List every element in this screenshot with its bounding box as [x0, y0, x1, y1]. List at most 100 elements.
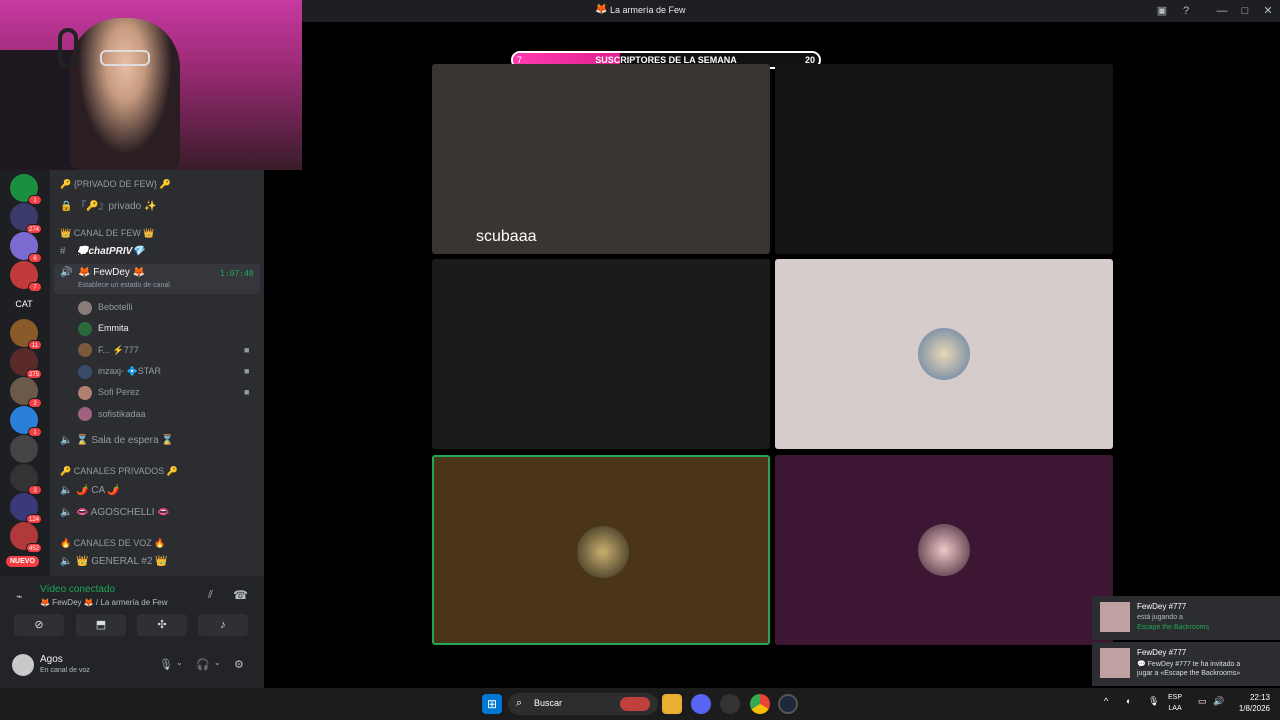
gear-icon[interactable]: ⚙	[234, 658, 244, 671]
activities-button[interactable]: ✣	[137, 614, 187, 636]
user-name: sofistikadaa	[98, 408, 146, 419]
notification-line: está jugando a	[1137, 614, 1183, 621]
server-icon[interactable]: 1	[10, 174, 42, 205]
video-tile[interactable]	[775, 64, 1113, 254]
avatar	[1100, 648, 1130, 678]
input-language[interactable]: ESP LAA	[1168, 692, 1182, 714]
channel-ca[interactable]: 🔈 🌶️ CA 🌶️	[60, 485, 120, 496]
avatar	[1100, 602, 1130, 632]
server-icon[interactable]: 124	[10, 493, 42, 524]
server-icon[interactable]: 11	[10, 319, 42, 350]
headphones-icon[interactable]: 🎧	[196, 658, 210, 671]
avatar[interactable]	[12, 654, 34, 676]
inbox-icon[interactable]: ▣	[1154, 3, 1170, 19]
start-button[interactable]: ⊞	[482, 694, 502, 714]
channel-chat[interactable]: # 💭chatPRIV💎	[60, 246, 145, 257]
channel-status[interactable]: Establece un estado de canal	[78, 282, 170, 289]
voice-status[interactable]: Vídeo conectado	[40, 584, 115, 595]
voice-location[interactable]: 🦊 FewDey 🦊 / La armería de Few	[40, 598, 168, 607]
close-button[interactable]: ✕	[1260, 3, 1276, 19]
channel-label: 👄 AGOSCHELLI 👄	[76, 507, 170, 518]
user-name: Bebotelli	[98, 302, 133, 312]
share-screen-button[interactable]: ⬒	[76, 614, 126, 636]
soundboard-icon: ♪	[220, 619, 226, 631]
active-voice-channel[interactable]: 🔊 🦊 FewDey 🦊 1:07:40 Establece un estado…	[54, 264, 260, 294]
file-explorer-icon[interactable]	[662, 694, 682, 714]
video-tile[interactable]	[775, 259, 1113, 449]
chair	[0, 50, 80, 170]
language-code: ESP	[1168, 694, 1183, 701]
server-icon[interactable]: 6	[10, 232, 42, 263]
taskbar: ⊞ ⌕ Buscar ^ ◐ 🎙 ESP LAA ▭ 🔊 22:13 1/8/2…	[0, 688, 1280, 720]
microphone-icon[interactable]: 🎙	[1148, 696, 1159, 707]
channel-label: 『🔑』privado ✨	[76, 201, 157, 212]
voice-user[interactable]: Sofi Perez ■	[78, 384, 249, 400]
noise-suppression-icon[interactable]: ⫽	[208, 589, 213, 602]
server-icon[interactable]	[10, 435, 38, 463]
channel-agos[interactable]: 🔈 👄 AGOSCHELLI 👄	[60, 507, 170, 518]
activities-icon: ✣	[157, 619, 167, 631]
user-name[interactable]: Agos	[40, 654, 63, 665]
chevron-down-icon[interactable]: ⌄	[214, 658, 221, 667]
video-tile[interactable]	[432, 259, 770, 449]
video-icon: ■	[244, 344, 250, 355]
network-icon[interactable]: ▭	[1198, 696, 1207, 707]
volume-icon[interactable]: 🔊	[1213, 696, 1224, 707]
microphone-icon[interactable]: 🎙	[159, 658, 173, 671]
lock-icon: 🔒	[60, 201, 73, 212]
avatar	[78, 385, 92, 400]
server-icon[interactable]: 7	[10, 261, 42, 292]
channel-label: 💭chatPRIV💎	[76, 246, 145, 257]
category-privados[interactable]: 🔑 CANALES PRIVADOS 🔑	[60, 466, 178, 477]
video-tile[interactable]	[432, 455, 770, 645]
obs-icon[interactable]	[720, 694, 740, 714]
mention-badge: 452	[25, 543, 42, 553]
chevron-down-icon[interactable]: ⌄	[176, 658, 183, 667]
category-private[interactable]: 🔑 {PRIVADO DE FEW} 🔑	[60, 179, 171, 190]
steam-icon[interactable]	[778, 694, 798, 714]
voice-panel: ⌁ Vídeo conectado 🦊 FewDey 🦊 / La armerí…	[0, 576, 264, 688]
category-canal[interactable]: 👑 CANAL DE FEW 👑	[60, 228, 155, 239]
server-icon[interactable]: 1	[10, 406, 42, 437]
video-tile[interactable]	[775, 455, 1113, 645]
channel-general[interactable]: 🔈 👑 GENERAL #2 👑	[60, 556, 168, 567]
maximize-button[interactable]: □	[1237, 3, 1253, 19]
windows-icon: ⊞	[486, 697, 498, 711]
server-icon[interactable]: 3	[10, 464, 42, 495]
new-badge[interactable]: NUEVO	[6, 556, 39, 567]
game-notification[interactable]: FewDey #777 está jugando a Escape the Ba…	[1092, 596, 1280, 640]
streamer-figure	[70, 18, 180, 170]
clock[interactable]: 22:13 1/8/2026	[1228, 692, 1270, 714]
tray-app-icon[interactable]: ◐	[1126, 696, 1131, 706]
speaker-icon: 🔈	[60, 435, 73, 446]
server-icon[interactable]: 275	[10, 348, 42, 379]
voice-user[interactable]: sofistikadaa	[78, 406, 146, 422]
voice-user[interactable]: F... ⚡777 ■	[78, 342, 249, 358]
server-icon[interactable]: 2	[10, 377, 42, 408]
video-stage: SUSCRIPTORES DE LA SEMANA 7 20 scubaaa	[302, 22, 1280, 688]
discord-icon[interactable]	[691, 694, 711, 714]
voice-user[interactable]: Emmita	[78, 320, 129, 336]
search-icon: ⌕	[516, 697, 523, 709]
camera-button[interactable]: ⊘	[14, 614, 64, 636]
soundboard-button[interactable]: ♪	[198, 614, 248, 636]
help-icon[interactable]: ?	[1178, 3, 1194, 19]
camera-off-icon: ⊘	[34, 619, 44, 631]
channel-wait[interactable]: 🔈 ⌛ Sala de espera ⌛	[60, 435, 174, 446]
chrome-icon[interactable]	[750, 694, 770, 714]
channel-label: 🌶️ CA 🌶️	[76, 485, 120, 496]
server-icon[interactable]: 274	[10, 203, 42, 234]
channel-private[interactable]: 🔒 『🔑』privado ✨	[60, 197, 156, 212]
window-title: La armería de Few	[610, 5, 686, 15]
chevron-up-icon[interactable]: ^	[1104, 696, 1108, 706]
voice-user[interactable]: Bebotelli	[78, 299, 133, 315]
disconnect-icon[interactable]: ☎	[233, 588, 248, 602]
search-box[interactable]: ⌕ Buscar	[508, 693, 658, 715]
invite-notification[interactable]: FewDey #777 💬 FewDey #777 te ha invitado…	[1092, 642, 1280, 686]
category-voz[interactable]: 🔥 CANALES DE VOZ 🔥	[60, 538, 165, 549]
video-tile[interactable]: scubaaa	[432, 64, 770, 254]
voice-user[interactable]: inzaxj- 💠STAR ■	[78, 363, 249, 379]
minimize-button[interactable]: —	[1214, 3, 1230, 19]
server-icon[interactable]: CAT	[10, 290, 38, 318]
server-icon[interactable]: 452	[10, 522, 42, 553]
